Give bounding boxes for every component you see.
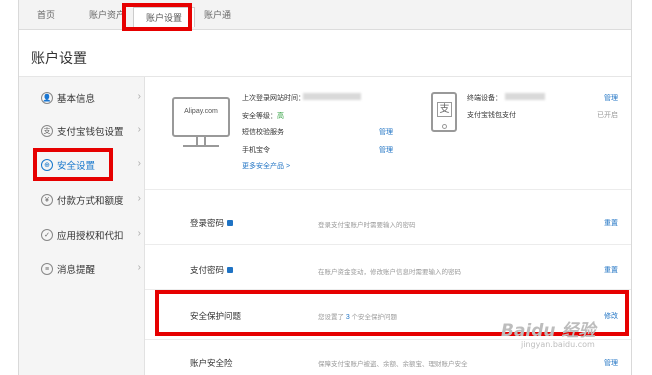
tab-home[interactable]: 首页 xyxy=(37,8,55,21)
reset-payment-password-link[interactable]: 重置 xyxy=(604,265,618,275)
phone-token-label: 手机宝令 xyxy=(242,147,270,154)
row-divider xyxy=(145,289,631,290)
sidebar-item-notifications[interactable]: ≡ 消息提醒 › xyxy=(41,258,141,280)
monitor-screen-text: Alipay.com xyxy=(184,108,218,115)
yuan-icon: ¥ xyxy=(41,194,53,206)
row-label: 支付密码 xyxy=(190,264,234,276)
sidebar-item-security[interactable]: ⊕ 安全设置 › xyxy=(41,154,141,176)
last-login-label: 上次登录网站时间： xyxy=(242,95,305,102)
device-manage-link[interactable]: 管理 xyxy=(604,93,618,103)
sidebar-item-app-authorization[interactable]: ✓ 应用授权和代扣 › xyxy=(41,224,141,246)
chevron-right-icon: › xyxy=(137,228,141,239)
phone-icon: 支 xyxy=(431,92,457,132)
device-label: 终端设备： xyxy=(467,95,502,102)
security-level-value: 高 xyxy=(277,113,284,120)
monitor-icon: Alipay.com xyxy=(172,97,230,137)
wallet-icon: 支 xyxy=(41,125,53,137)
chevron-right-icon: › xyxy=(137,158,141,169)
question-count: 3 xyxy=(345,314,350,321)
check-icon: ✓ xyxy=(41,229,53,241)
redacted-device-name xyxy=(505,93,545,100)
monitor-neck xyxy=(196,137,206,145)
alipay-glyph-icon: 支 xyxy=(437,102,452,117)
lock-icon xyxy=(227,220,234,226)
manage-account-insurance-link[interactable]: 管理 xyxy=(604,358,618,368)
phone-home-button xyxy=(442,124,447,129)
overview-divider xyxy=(145,189,631,190)
sidebar-item-basic-info[interactable]: 👤 基本信息 › xyxy=(41,87,141,109)
tab-account-assets[interactable]: 账户资产 xyxy=(89,8,125,21)
sidebar-item-label: 应用授权和代扣 xyxy=(57,231,124,242)
security-level-label: 安全等级：高 xyxy=(242,113,284,120)
chevron-right-icon: › xyxy=(137,193,141,204)
row-label: 登录密码 xyxy=(190,217,234,229)
sidebar-item-label: 基本信息 xyxy=(57,94,96,105)
wallet-payment-label: 支付宝钱包支付 xyxy=(467,112,516,119)
lock-icon xyxy=(227,267,234,273)
sidebar-item-label: 支付宝钱包设置 xyxy=(57,127,124,138)
sms-service-label: 短信校验服务 xyxy=(242,129,284,136)
redacted-login-time xyxy=(303,93,361,100)
tab-account-settings[interactable]: 账户设置 xyxy=(133,7,196,27)
row-description: 保障支付宝账户被盗、余额、余额宝、理财账户安全 xyxy=(318,361,468,368)
sidebar-item-wallet-settings[interactable]: 支 支付宝钱包设置 › xyxy=(41,120,141,142)
app-frame: 首页 账户资产 账户设置 账户通 账户设置 👤 基本信息 › 支 支付宝钱包设置… xyxy=(18,0,632,375)
wallet-payment-status: 已开启 xyxy=(597,112,618,119)
sidebar-item-label: 安全设置 xyxy=(57,161,96,172)
row-divider xyxy=(145,244,631,245)
tab-account-pass[interactable]: 账户通 xyxy=(204,8,231,21)
phone-token-manage-link[interactable]: 管理 xyxy=(379,145,393,155)
chevron-right-icon: › xyxy=(137,91,141,102)
main-content: Alipay.com 上次登录网站时间： 安全等级：高 短信校验服务 管理 手机… xyxy=(145,77,631,375)
modify-security-questions-link[interactable]: 修改 xyxy=(604,311,618,321)
shield-icon: ⊕ xyxy=(41,159,53,171)
row-description: 登录支付宝账户时需要输入的密码 xyxy=(318,222,416,229)
sidebar: 👤 基本信息 › 支 支付宝钱包设置 › ⊕ 安全设置 › ¥ 付款方式和额度 … xyxy=(19,77,145,375)
row-description: 您设置了 3 个安全保护问题 xyxy=(318,314,398,321)
user-icon: 👤 xyxy=(41,92,53,104)
sms-service-manage-link[interactable]: 管理 xyxy=(379,127,393,137)
row-label: 安全保护问题 xyxy=(190,311,242,321)
more-security-products-link[interactable]: 更多安全产品 > xyxy=(242,161,290,171)
reset-login-password-link[interactable]: 重置 xyxy=(604,218,618,228)
sidebar-item-label: 消息提醒 xyxy=(57,265,96,276)
monitor-base xyxy=(183,145,219,147)
sidebar-item-payment-methods[interactable]: ¥ 付款方式和额度 › xyxy=(41,189,141,211)
sidebar-item-label: 付款方式和额度 xyxy=(57,196,124,207)
row-label: 账户安全险 xyxy=(190,358,233,368)
message-icon: ≡ xyxy=(41,263,53,275)
row-divider xyxy=(145,339,631,340)
row-description: 在账户资金变动，修改账户信息时需要输入的密码 xyxy=(318,269,461,276)
top-nav: 首页 账户资产 账户设置 账户通 xyxy=(19,0,631,30)
chevron-right-icon: › xyxy=(137,124,141,135)
chevron-right-icon: › xyxy=(137,262,141,273)
page-title: 账户设置 xyxy=(31,50,87,66)
